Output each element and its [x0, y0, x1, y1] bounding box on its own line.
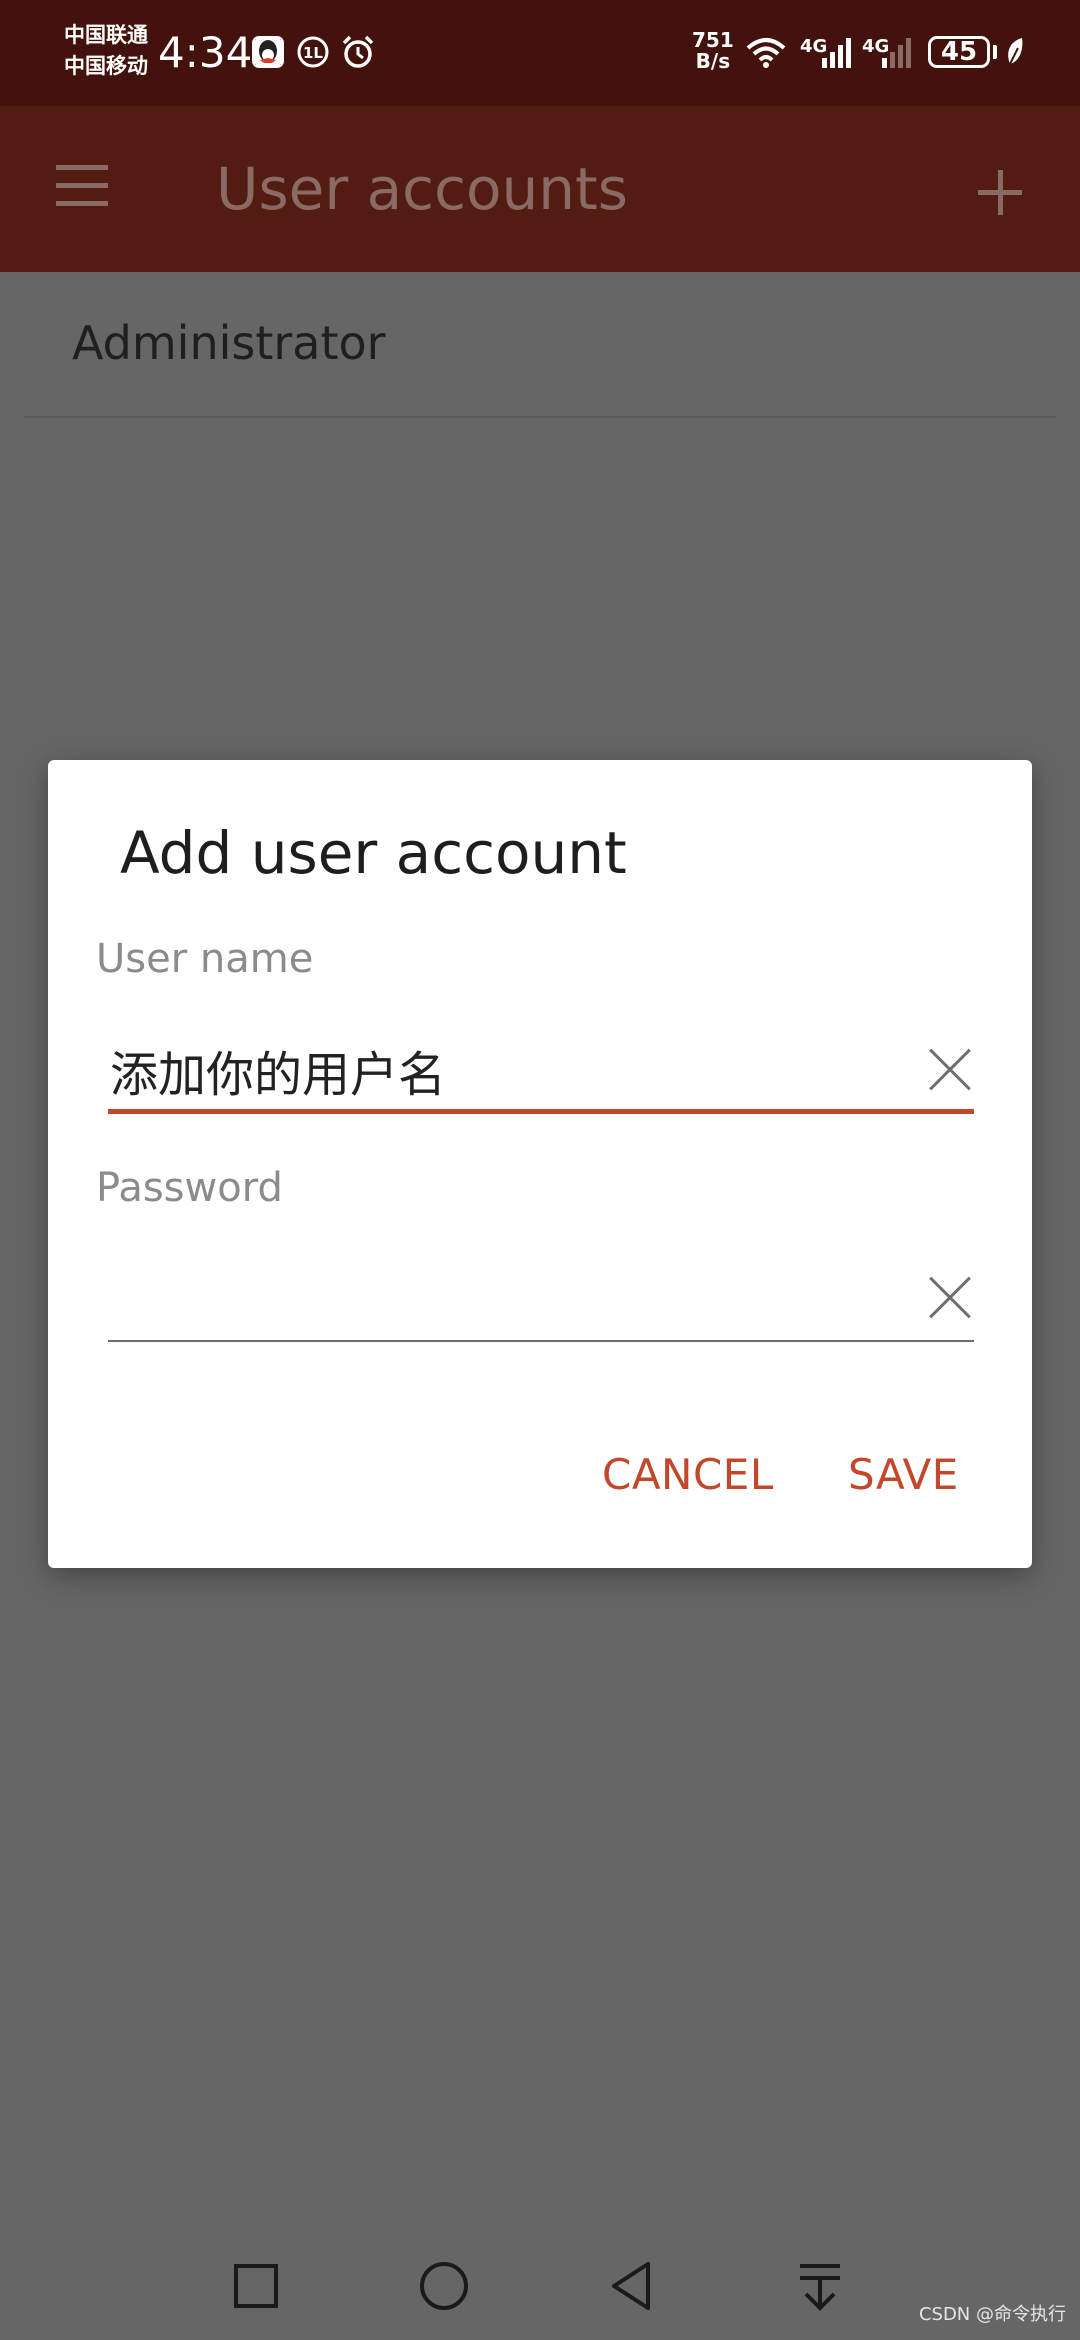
menu-icon-bar: [56, 183, 108, 188]
net-speed-value: 751: [692, 28, 734, 52]
username-label: User name: [96, 936, 314, 982]
watermark: CSDN @命令执行: [918, 2304, 1066, 2325]
username-field: [108, 1030, 974, 1114]
net-speed-unit: B/s: [695, 49, 731, 73]
status-bar: 中国联通 中国移动 4:34 1L 751 B/s 4G 4G 45: [0, 0, 1080, 106]
menu-button[interactable]: [52, 161, 116, 217]
alarm-icon: [342, 35, 374, 68]
data-saver-icon: 1L: [297, 36, 329, 68]
cancel-button[interactable]: CANCEL: [602, 1450, 774, 1499]
app-bar: User accounts: [0, 106, 1080, 272]
username-input[interactable]: [108, 1030, 890, 1110]
recent-apps-icon[interactable]: [228, 2258, 284, 2314]
wifi-icon: [746, 38, 786, 68]
status-time: 4:34: [158, 28, 253, 77]
password-field: [108, 1258, 974, 1342]
menu-icon: [56, 165, 108, 170]
add-user-dialog: Add user account User name Password CANC…: [48, 760, 1032, 1568]
page-title: User accounts: [216, 155, 628, 223]
carrier-info: 中国联通 中国移动: [64, 20, 148, 82]
carrier-2: 中国移动: [64, 54, 148, 78]
qq-icon: [252, 36, 284, 68]
power-saving-leaf-icon: [1008, 38, 1023, 65]
svg-text:1L: 1L: [303, 44, 323, 62]
back-icon[interactable]: [604, 2258, 660, 2314]
password-label: Password: [96, 1165, 283, 1211]
battery-tip: [993, 45, 997, 59]
add-account-button[interactable]: [978, 162, 1038, 222]
notification-pulldown-icon[interactable]: [792, 2258, 848, 2314]
net-speed: 751 B/s: [692, 30, 734, 72]
password-underline: [108, 1340, 974, 1342]
menu-icon-bar: [56, 201, 108, 206]
clear-password-button[interactable]: [926, 1274, 974, 1322]
battery-level: 45: [928, 36, 990, 68]
signal-icon-2: [882, 38, 911, 68]
plus-icon-stroke: [998, 170, 1003, 215]
signal-icon-1: [822, 38, 851, 68]
account-name: Administrator: [72, 316, 386, 370]
home-icon[interactable]: [416, 2258, 472, 2314]
carrier-1: 中国联通: [64, 23, 148, 47]
clear-username-button[interactable]: [926, 1046, 974, 1094]
system-nav-bar: CSDN @命令执行: [0, 2230, 1080, 2340]
password-input[interactable]: [108, 1258, 890, 1338]
save-button[interactable]: SAVE: [848, 1450, 959, 1499]
username-underline: [108, 1109, 974, 1114]
account-list-item[interactable]: Administrator: [24, 272, 1056, 418]
dialog-title: Add user account: [120, 819, 627, 887]
